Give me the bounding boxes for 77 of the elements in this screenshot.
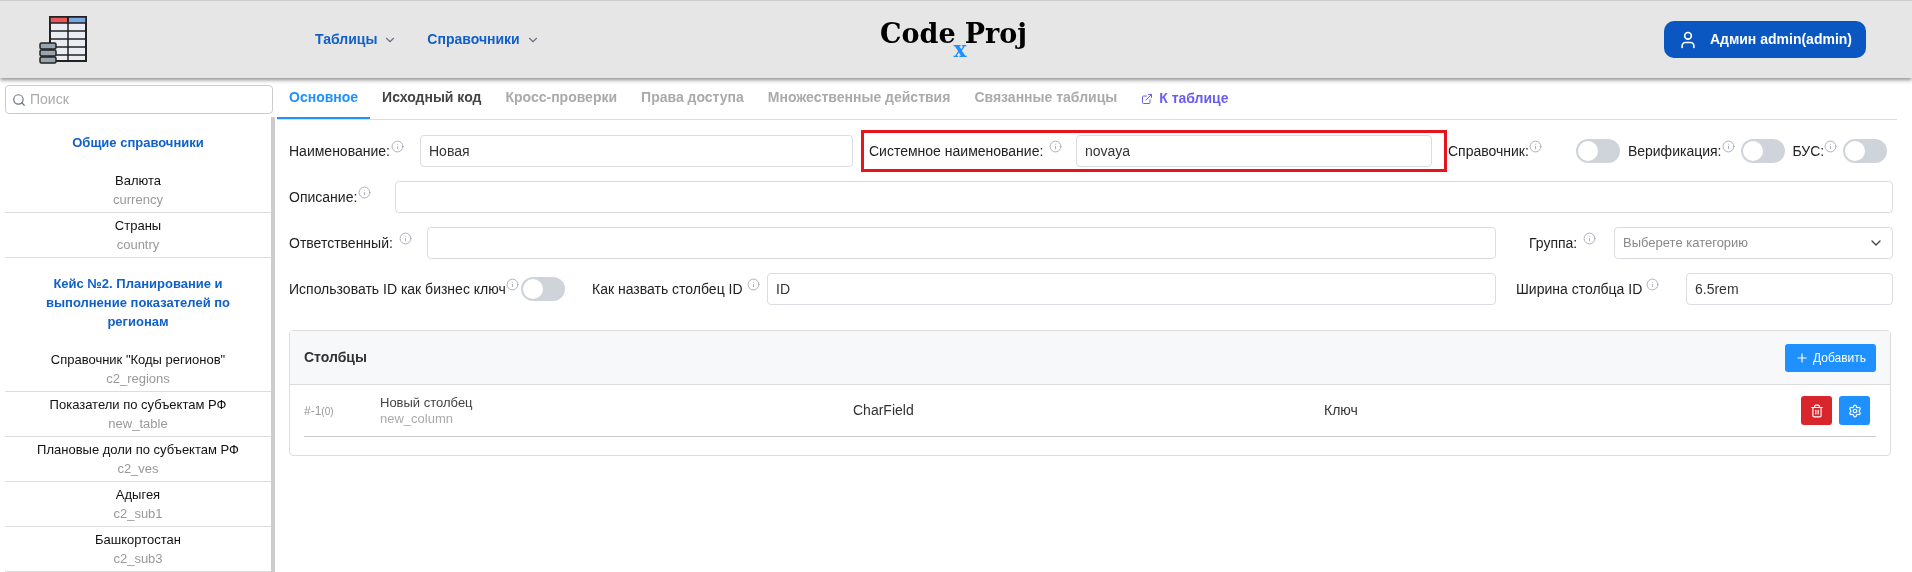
info-icon: [390, 139, 404, 153]
search-icon: [12, 92, 26, 107]
input-field[interactable]: novaya: [1076, 135, 1432, 167]
field-label: Использовать ID как бизнес ключ: [289, 279, 506, 299]
field-label: Системное наименование:: [869, 141, 1044, 161]
field-label: Верификация:: [1627, 141, 1722, 161]
item-title: Справочник "Коды регионов": [50, 351, 226, 369]
field-label: Справочник:: [1448, 141, 1529, 161]
input-field[interactable]: Новая: [420, 135, 853, 167]
field-label: Как назвать столбец ID: [592, 279, 743, 299]
input-field[interactable]: ID: [767, 273, 1496, 305]
toggle-switch[interactable]: [520, 277, 565, 301]
toggle-switch[interactable]: [1740, 139, 1785, 163]
column-code: new_column: [380, 410, 454, 427]
nav-menu[interactable]: Справочники: [427, 29, 540, 50]
sidebar-item[interactable]: Плановые доли по субъектам РФ c2_ves: [5, 437, 271, 482]
sidebar-item[interactable]: Башкортостан c2_sub3: [5, 527, 271, 572]
item-code: currency: [113, 191, 163, 209]
info-icon: [505, 277, 519, 291]
field-label: Наименование:: [289, 141, 390, 161]
info-icon: [746, 277, 760, 291]
sidebar-group-title: Общие справочники: [71, 134, 205, 152]
info-icon: [1528, 139, 1542, 153]
field-label: Группа:: [1529, 233, 1578, 253]
input-field[interactable]: [427, 227, 1496, 259]
row-index: #-1(0): [304, 402, 335, 420]
info-icon: [1646, 277, 1660, 291]
info-icon: [358, 185, 372, 199]
field-label: Ширина столбца ID: [1516, 279, 1643, 299]
trash-icon: [1809, 403, 1824, 418]
item-code: c2_sub3: [113, 550, 163, 568]
tab[interactable]: Исходный код: [370, 78, 494, 119]
column-type: CharField: [853, 401, 915, 420]
item-code: new_table: [108, 415, 168, 433]
item-title: Страны: [114, 217, 162, 235]
plus-icon: [1794, 350, 1809, 365]
item-code: country: [116, 236, 160, 254]
group-select[interactable]: Выберете категорию: [1614, 227, 1893, 259]
search-field[interactable]: Поиск: [5, 85, 273, 114]
delete-button[interactable]: [1801, 396, 1832, 425]
settings-icon: [1847, 403, 1862, 418]
nav-menu[interactable]: Таблицы: [315, 29, 398, 50]
item-title: Валюта: [115, 172, 161, 190]
sidebar-item[interactable]: Справочник "Коды регионов" c2_regions: [5, 347, 271, 392]
toggle-switch[interactable]: [1843, 139, 1888, 163]
column-role: Ключ: [1324, 401, 1358, 420]
item-code: c2_sub1: [113, 505, 163, 523]
item-code: c2_regions: [106, 370, 170, 388]
user-button[interactable]: Админ admin(admin): [1663, 21, 1866, 58]
field-label: Ответственный:: [289, 233, 393, 253]
field-label: Описание:: [289, 187, 358, 207]
sidebar-group-title: Кейс №2. Планирование и выполнение показателей по регионам: [44, 275, 232, 331]
settings-button[interactable]: [1839, 396, 1870, 425]
info-icon: [1824, 139, 1838, 153]
info-icon: [398, 231, 412, 245]
field-label: БУС:: [1792, 141, 1825, 161]
item-title: Адыгея: [115, 486, 161, 504]
card-title: Столбцы: [304, 348, 367, 367]
info-icon: [1049, 139, 1063, 153]
sidebar-item[interactable]: Показатели по субъектам РФ new_table: [5, 392, 271, 437]
item-title: Башкортостан: [95, 531, 181, 549]
item-title: Плановые доли по субъектам РФ: [37, 441, 239, 459]
column-name: Новый столбец: [380, 394, 474, 411]
info-icon: [1583, 231, 1597, 245]
item-title: Показатели по субъектам РФ: [49, 396, 227, 414]
external-link-icon: [1141, 92, 1154, 105]
table-link[interactable]: К таблице: [1129, 78, 1241, 119]
table-logo-icon: [38, 14, 88, 65]
search-input[interactable]: Поиск: [30, 89, 266, 110]
input-field[interactable]: 6.5rem: [1686, 273, 1893, 305]
toggle-switch[interactable]: [1575, 139, 1620, 163]
sidebar-item[interactable]: Страны country: [5, 213, 271, 258]
info-icon: [1721, 139, 1735, 153]
input-field[interactable]: [395, 181, 1893, 213]
item-code: c2_ves: [117, 460, 159, 478]
sidebar-item[interactable]: Валюта currency: [5, 168, 271, 213]
sidebar-item[interactable]: Адыгея c2_sub1: [5, 482, 271, 527]
